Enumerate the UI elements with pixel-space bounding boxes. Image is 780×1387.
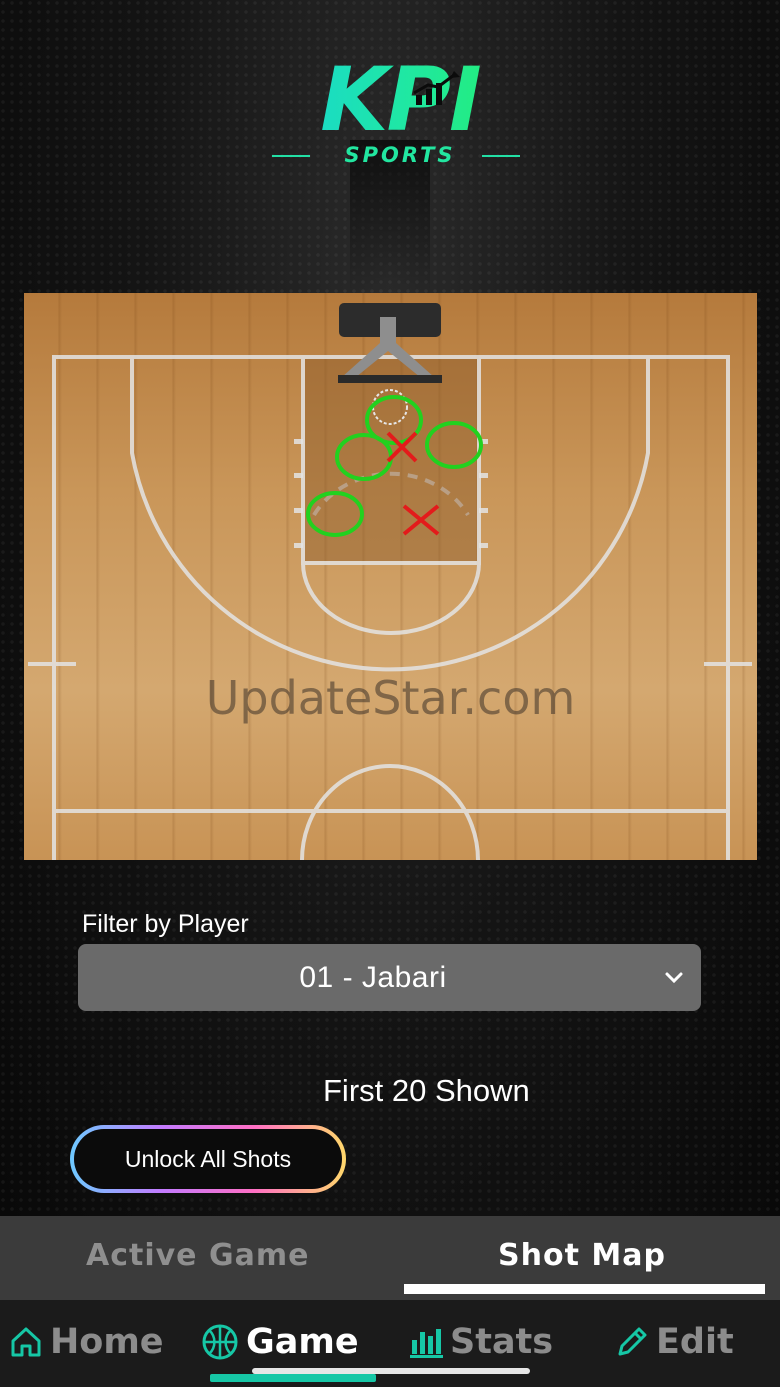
lane-tick [479, 543, 488, 548]
logo-chart-icon [413, 71, 460, 105]
pencil-icon [618, 1327, 647, 1356]
nav-item-stats[interactable]: Stats [408, 1322, 553, 1362]
nav-label-home: Home [50, 1322, 164, 1362]
kpi-sports-logo: KPI SPORTS [260, 55, 540, 170]
nav-item-home[interactable]: Home [8, 1322, 164, 1362]
lane-tick [294, 543, 303, 548]
basketball-icon [202, 1324, 238, 1360]
nav-item-game[interactable]: Game [200, 1322, 359, 1362]
home-icon [11, 1327, 41, 1357]
logo-main-text: KPI [260, 55, 540, 145]
home-indicator [252, 1368, 530, 1374]
shots-shown-text: First 20 Shown [323, 1073, 530, 1108]
active-tab-underline [404, 1284, 765, 1294]
lane-tick [294, 508, 303, 513]
nav-item-edit[interactable]: Edit [614, 1322, 734, 1362]
nav-label-stats: Stats [450, 1322, 554, 1362]
bar-chart-icon [410, 1329, 443, 1358]
filter-label: Filter by Player [82, 910, 249, 938]
court-lines [28, 303, 752, 860]
chevron-down-icon [665, 972, 683, 984]
nav-label-edit: Edit [656, 1322, 734, 1362]
free-throw-circle [301, 562, 481, 635]
unlock-button-label: Unlock All Shots [74, 1129, 342, 1189]
unlock-all-shots-button[interactable]: Unlock All Shots [70, 1125, 346, 1193]
lane-tick [479, 508, 488, 513]
nav-active-indicator [210, 1374, 376, 1382]
player-filter-select[interactable]: 01 - Jabari [78, 944, 701, 1011]
watermark-text: UpdateStar.com [205, 671, 576, 725]
lane-tick [294, 473, 303, 478]
lane-tick [294, 439, 303, 444]
base-bar [338, 375, 442, 383]
selected-player: 01 - Jabari [299, 961, 447, 994]
view-tabs: Active Game Shot Map [0, 1216, 780, 1300]
backboard-support [380, 317, 396, 345]
tab-active-game[interactable]: Active Game [86, 1238, 309, 1273]
shot-map-court: UpdateStar.com [24, 293, 757, 860]
logo-line-right [482, 155, 520, 157]
lane-tick [479, 473, 488, 478]
tab-shot-map[interactable]: Shot Map [498, 1238, 666, 1273]
nav-label-game: Game [246, 1322, 359, 1362]
